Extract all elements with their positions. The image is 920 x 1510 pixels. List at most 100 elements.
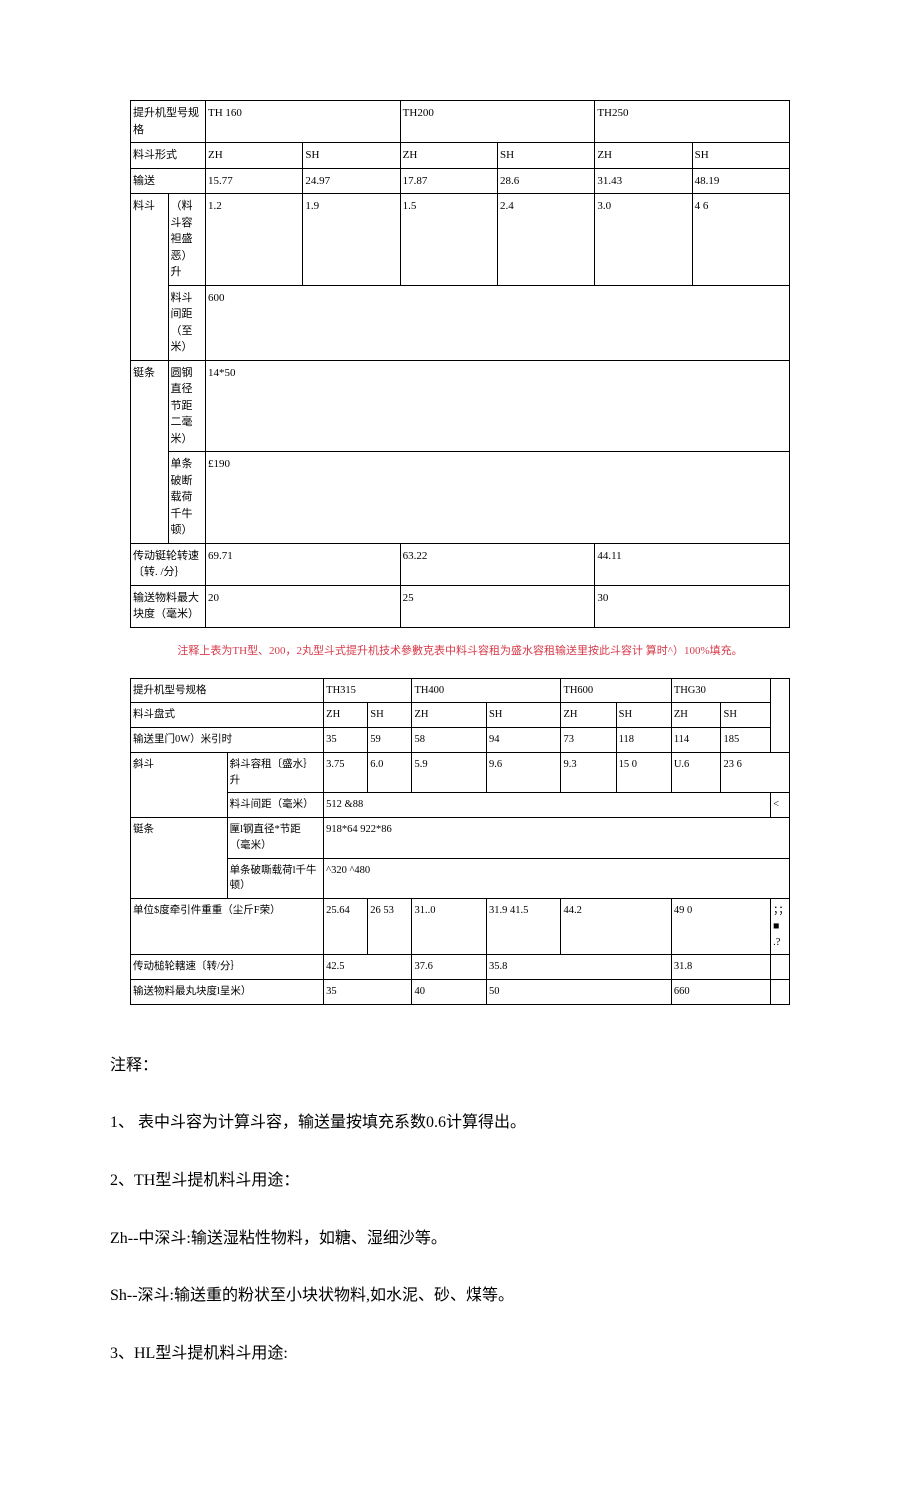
t1-ds-0: 69.71 — [206, 543, 401, 585]
t2-spacing: 512 &88 — [324, 793, 771, 818]
t2-chain-break-label: 单条破嘶载荷l千牛顿） — [227, 858, 324, 899]
t1-cv-4: 31.43 — [595, 168, 692, 194]
note-2: 2、TH型斗提机料斗用途： — [110, 1160, 810, 1202]
t2-chain-diam: 918*64 922*86 — [324, 818, 790, 859]
t1-cv-2: 17.87 — [400, 168, 497, 194]
t1-bt-3: SH — [497, 143, 594, 169]
t2-ds-3: 31.8 — [671, 955, 770, 980]
t2-chain-diam-label: 匰l钢直径*节距（毫米） — [227, 818, 324, 859]
t1-bc-1: 1.9 — [303, 194, 400, 286]
t1-bt-0: ZH — [206, 143, 303, 169]
note-sh: Sh--深斗:输送重的粉状至小块状物料,如水泥、砂、煤等。 — [110, 1275, 810, 1317]
t2-bt-3: SH — [486, 703, 561, 728]
t1-convey-label: 输送 — [131, 168, 206, 194]
t2-bt-6: ZH — [671, 703, 721, 728]
t2-convey-label: 输送里门0W）米引时 — [131, 728, 324, 753]
t1-bt-2: ZH — [400, 143, 497, 169]
t2-tc-4: 9.3 — [561, 752, 616, 793]
t1-bt-4: ZH — [595, 143, 692, 169]
t1-chain-break: £190 — [206, 452, 790, 544]
t1-bucket-spacing-label: 料斗间距（至米） — [168, 285, 206, 360]
t1-model-2: TH250 — [595, 101, 790, 143]
t2-cv-1: 59 — [368, 728, 412, 753]
t2-cv-3: 94 — [486, 728, 561, 753]
t2-tc-0: 3.75 — [324, 752, 368, 793]
t1-bucket-type-label: 料斗形式 — [131, 143, 206, 169]
t2-bt-0: ZH — [324, 703, 368, 728]
t2-model-3: THG30 — [671, 678, 770, 703]
t1-bt-1: SH — [303, 143, 400, 169]
t2-bt-5: SH — [616, 703, 671, 728]
t1-model-0: TH 160 — [206, 101, 401, 143]
t2-cv-4: 73 — [561, 728, 616, 753]
t1-chain-diam: 14*50 — [206, 360, 790, 452]
document-page: 提升机型号规格 TH 160 TH200 TH250 料斗形式 ZH SH ZH… — [0, 0, 920, 1510]
t2-model-0: TH315 — [324, 678, 412, 703]
t1-bc-2: 1.5 — [400, 194, 497, 286]
t2-cv-5: 118 — [616, 728, 671, 753]
t2-ml-3: 660 — [671, 980, 770, 1005]
note-3: 3、HL型斗提机料斗用途: — [110, 1333, 810, 1375]
t2-cv-0: 35 — [324, 728, 368, 753]
t1-bt-5: SH — [692, 143, 789, 169]
t2-tc-6: U.6 — [671, 752, 721, 793]
t2-ml-1: 40 — [412, 980, 487, 1005]
t2-ds-blank — [771, 955, 790, 980]
spec-table-2: 提升机型号规格 TH315 TH400 TH600 THG30 料斗盘式 ZH … — [130, 678, 790, 1005]
t2-ds-1: 37.6 — [412, 955, 487, 980]
t1-bc-4: 3.0 — [595, 194, 692, 286]
t2-side-cell — [771, 678, 790, 752]
t2-bt-1: SH — [368, 703, 412, 728]
t2-ml-0: 35 — [324, 980, 412, 1005]
t2-uw-6: ；；■ .? — [771, 899, 790, 955]
t2-tc-3: 9.6 — [486, 752, 561, 793]
t1-cv-1: 24.97 — [303, 168, 400, 194]
t1-max-lump-label: 输送物料最大块度（毫米） — [131, 585, 206, 627]
t1-ml-1: 25 — [400, 585, 595, 627]
t2-uw-3: 31.9 41.5 — [486, 899, 561, 955]
t2-tc-1: 6.0 — [368, 752, 412, 793]
t2-ds-2: 35.8 — [486, 955, 671, 980]
t1-ml-0: 20 — [206, 585, 401, 627]
t2-model-1: TH400 — [412, 678, 561, 703]
spec-table-1: 提升机型号规格 TH 160 TH200 TH250 料斗形式 ZH SH ZH… — [130, 100, 790, 628]
t2-spacing-tail: < — [771, 793, 790, 818]
t2-tc-5: 15 0 — [616, 752, 671, 793]
t1-bc-5: 4 6 — [692, 194, 789, 286]
t2-chain-break: ^320 ^480 — [324, 858, 790, 899]
t2-ml-2: 50 — [486, 980, 671, 1005]
t2-model-label: 提升机型号规格 — [131, 678, 324, 703]
t1-ml-2: 30 — [595, 585, 790, 627]
t2-model-2: TH600 — [561, 678, 671, 703]
t2-tc-2: 5.9 — [412, 752, 487, 793]
t1-model-1: TH200 — [400, 101, 595, 143]
t1-bucket-cap-label: （料斗容袒盛恶）升 — [168, 194, 206, 286]
t2-ds-0: 42.5 — [324, 955, 412, 980]
t1-ds-2: 44.11 — [595, 543, 790, 585]
t1-cv-5: 48.19 — [692, 168, 789, 194]
t2-uw-0: 25.64 — [324, 899, 368, 955]
note-1: 1、 表中斗容为计算斗容，输送量按填充系数0.6计算得出。 — [110, 1102, 810, 1144]
t2-uw-2: 31..0 — [412, 899, 487, 955]
t1-cv-0: 15.77 — [206, 168, 303, 194]
t1-drive-speed-label: 传动铤轮转速〔转. /分｝ — [131, 543, 206, 585]
t2-bt-7: SH — [721, 703, 771, 728]
t2-cv-7: 185 — [721, 728, 771, 753]
t1-cv-3: 28.6 — [497, 168, 594, 194]
t1-bc-0: 1.2 — [206, 194, 303, 286]
t1-bc-3: 2.4 — [497, 194, 594, 286]
t2-uw-5: 49 0 — [671, 899, 770, 955]
t1-bucket-spacing: 600 — [206, 285, 790, 360]
notes-section: 注释： 1、 表中斗容为计算斗容，输送量按填充系数0.6计算得出。 2、TH型斗… — [110, 1045, 810, 1375]
t2-unit-weight-label: 单位$度牵引件重重（尘斤F荣） — [131, 899, 324, 955]
t2-max-lump-label: 输送物料最丸块度l呈米） — [131, 980, 324, 1005]
t1-model-label: 提升机型号规格 — [131, 101, 206, 143]
note-red: 注释上表为TH型、200，2丸型斗式提升机技术參數克表中料斗容租为盛水容租输送里… — [90, 642, 830, 658]
t2-cv-6: 114 — [671, 728, 721, 753]
t2-bt-2: ZH — [412, 703, 487, 728]
t2-chain-label: 铤条 — [131, 818, 228, 899]
t2-tc-7: 23 6 — [721, 752, 790, 793]
t1-chain-diam-label: 圆钢直径节距二毫米） — [168, 360, 206, 452]
t2-tilt-label: 斜斗 — [131, 752, 228, 817]
t2-drive-speed-label: 传动槌轮轄速〔转/分｝ — [131, 955, 324, 980]
